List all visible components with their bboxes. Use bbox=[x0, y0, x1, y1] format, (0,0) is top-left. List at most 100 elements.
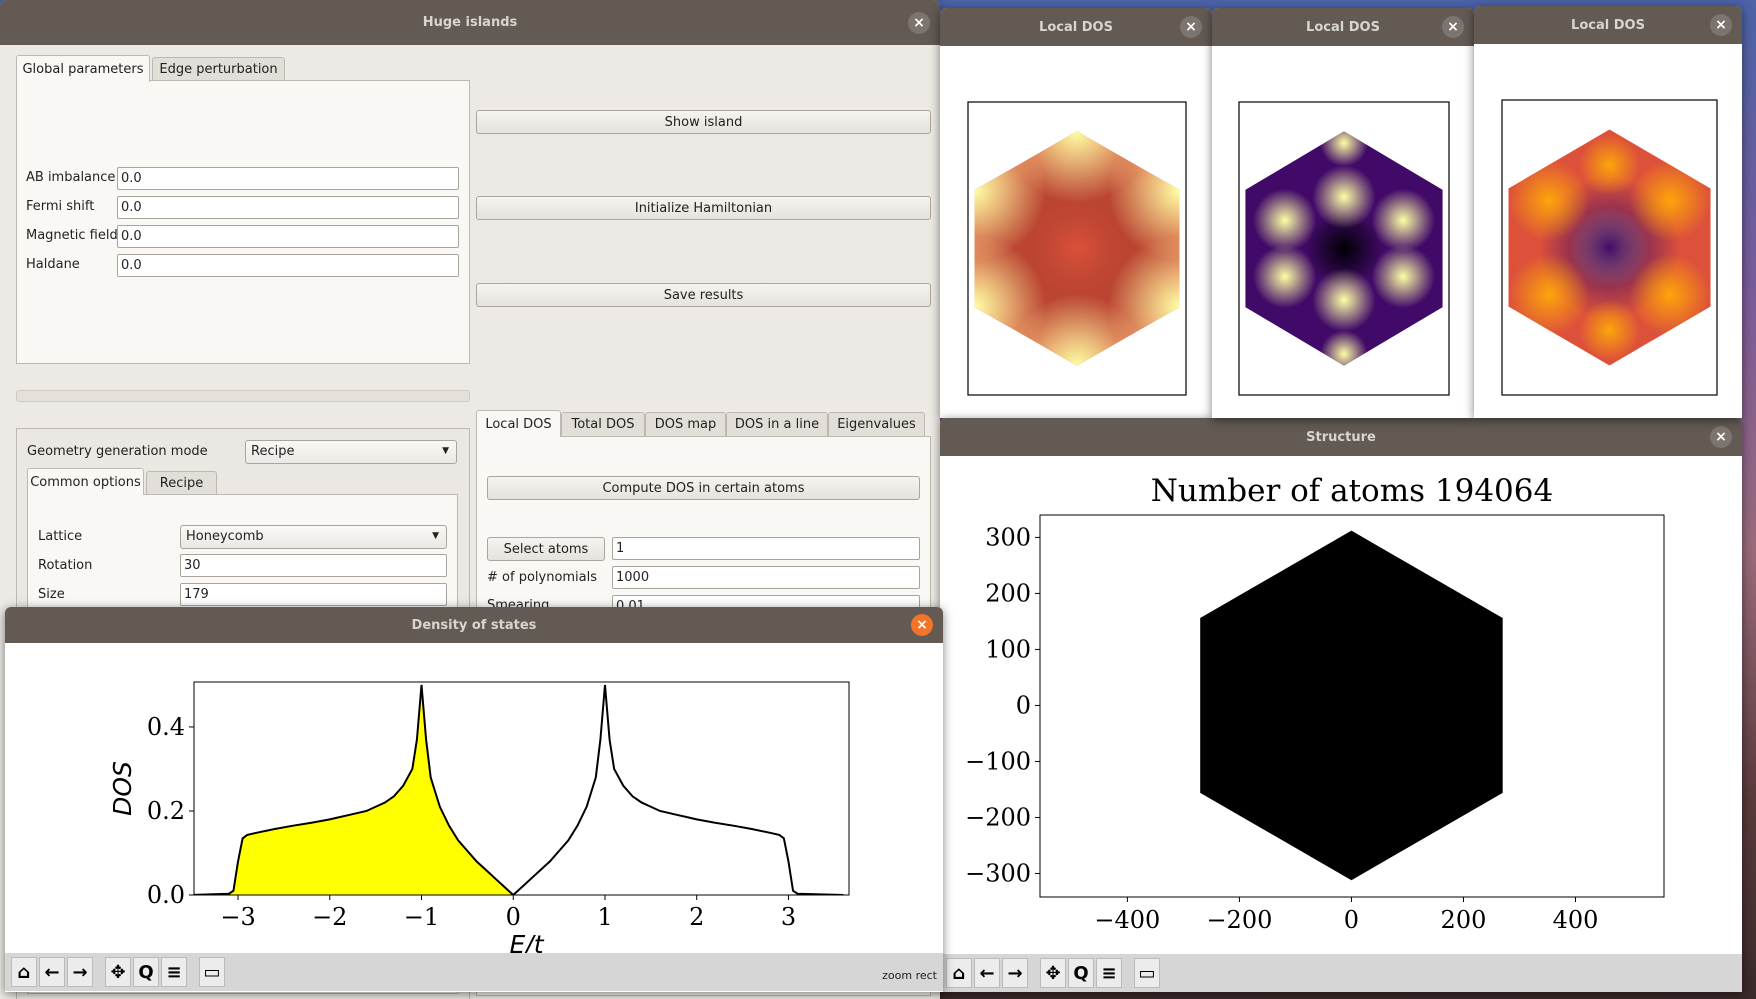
close-icon[interactable]: × bbox=[1710, 426, 1732, 448]
ldos-blob bbox=[1253, 245, 1317, 309]
tab-common-options[interactable]: Common options bbox=[27, 468, 144, 495]
lattice-label: Lattice bbox=[38, 529, 83, 544]
ldos-blob bbox=[1508, 254, 1590, 336]
local-dos-map bbox=[967, 101, 1187, 396]
ldos-blob bbox=[1371, 245, 1435, 309]
haldane-input[interactable]: 0.0 bbox=[117, 254, 459, 277]
ldos-hexagon bbox=[1508, 129, 1711, 366]
ldos-blob bbox=[1320, 131, 1368, 167]
local-dos-map bbox=[1501, 99, 1718, 396]
forward-icon[interactable]: → bbox=[67, 957, 93, 987]
home-icon[interactable]: ⌂ bbox=[11, 957, 37, 987]
show-island-button[interactable]: Show island bbox=[476, 110, 931, 134]
magnetic-field-label: Magnetic field bbox=[26, 228, 118, 243]
window-title: Structure bbox=[1306, 429, 1376, 445]
close-icon[interactable]: × bbox=[911, 614, 933, 636]
main-titlebar: Huge islands × bbox=[0, 0, 940, 45]
select-atoms-button[interactable]: Select atoms bbox=[487, 537, 605, 561]
tab-recipe[interactable]: Recipe bbox=[146, 471, 217, 495]
y-tick-label: −200 bbox=[965, 803, 1031, 831]
select-atoms-input[interactable]: 1 bbox=[612, 537, 920, 560]
save-icon[interactable]: ▭ bbox=[199, 957, 225, 987]
fermi-shift-input[interactable]: 0.0 bbox=[117, 196, 459, 219]
island-atoms bbox=[1200, 530, 1503, 881]
size-input[interactable]: 179 bbox=[180, 583, 447, 606]
y-tick-label: 100 bbox=[985, 635, 1031, 663]
configure-icon[interactable]: ≡ bbox=[1096, 958, 1122, 988]
x-tick-label: 0 bbox=[506, 903, 521, 931]
x-tick-label: −400 bbox=[1094, 906, 1160, 934]
rotation-input[interactable]: 30 bbox=[180, 554, 447, 577]
y-tick-label: 0.2 bbox=[147, 797, 185, 825]
local-dos-map bbox=[1238, 101, 1450, 396]
back-icon[interactable]: ← bbox=[39, 957, 65, 987]
x-tick-label: −200 bbox=[1206, 906, 1272, 934]
polynomials-input[interactable]: 1000 bbox=[612, 566, 920, 589]
tab-eigenvalues[interactable]: Eigenvalues bbox=[828, 412, 925, 436]
y-tick-label: 0.4 bbox=[147, 713, 185, 741]
window-title: Huge islands bbox=[422, 15, 518, 30]
y-tick-label: −300 bbox=[965, 859, 1031, 887]
local-dos-window: Local DOS × bbox=[1474, 6, 1742, 418]
ldos-blob bbox=[1629, 159, 1711, 241]
structure-plot: Number of atoms 194064 −400 −200 0 200 400 300… bbox=[965, 473, 1665, 934]
lattice-select[interactable]: Honeycomb ▼ bbox=[180, 525, 447, 549]
zoom-icon[interactable]: Q bbox=[133, 957, 159, 987]
configure-icon[interactable]: ≡ bbox=[161, 957, 187, 987]
forward-icon[interactable]: → bbox=[1002, 958, 1028, 988]
haldane-label: Haldane bbox=[26, 257, 80, 272]
local-dos-window: Local DOS × bbox=[940, 8, 1212, 418]
rotation-label: Rotation bbox=[38, 558, 93, 573]
dos-fill-area bbox=[194, 684, 514, 895]
tab-dos-map[interactable]: DOS map bbox=[645, 412, 726, 436]
ldos-blob bbox=[1312, 165, 1376, 229]
window-title: Density of states bbox=[411, 617, 537, 633]
x-tick-label: 0 bbox=[1344, 906, 1359, 934]
y-tick-label: 300 bbox=[985, 523, 1031, 551]
ldos-blob bbox=[1508, 159, 1590, 241]
x-tick-label: −2 bbox=[312, 903, 347, 931]
ldos-blob bbox=[1320, 330, 1368, 366]
back-icon[interactable]: ← bbox=[974, 958, 1000, 988]
global-parameters-panel bbox=[16, 80, 470, 364]
initialize-hamiltonian-button[interactable]: Initialize Hamiltonian bbox=[476, 196, 931, 220]
x-tick-label: 3 bbox=[781, 903, 796, 931]
magnetic-field-input[interactable]: 0.0 bbox=[117, 225, 459, 248]
dos-plot: −3 −2 −1 0 1 2 3 0.0 0.2 0.4 E/t DOS bbox=[108, 681, 850, 953]
structure-window: Structure × Number of atoms 194064 −400 −2… bbox=[940, 418, 1742, 992]
chevron-down-icon: ▼ bbox=[432, 531, 439, 541]
ldos-blob bbox=[1579, 299, 1640, 361]
tab-edge-perturbation[interactable]: Edge perturbation bbox=[152, 57, 285, 81]
pan-icon[interactable]: ✥ bbox=[1040, 958, 1066, 988]
size-label: Size bbox=[38, 587, 65, 602]
fermi-shift-label: Fermi shift bbox=[26, 199, 95, 214]
zoom-icon[interactable]: Q bbox=[1068, 958, 1094, 988]
x-tick-label: −3 bbox=[220, 903, 255, 931]
ab-imbalance-input[interactable]: 0.0 bbox=[117, 167, 459, 190]
x-tick-label: −1 bbox=[404, 903, 439, 931]
tab-dos-in-a-line[interactable]: DOS in a line bbox=[726, 412, 828, 436]
ldos-hexagon bbox=[974, 131, 1180, 366]
ldos-blob bbox=[1629, 254, 1711, 336]
x-tick-label: 200 bbox=[1441, 906, 1487, 934]
compute-dos-button[interactable]: Compute DOS in certain atoms bbox=[487, 476, 920, 500]
geometry-mode-select[interactable]: Recipe ▼ bbox=[245, 440, 457, 464]
status-text: zoom rect bbox=[882, 969, 937, 982]
geometry-mode-value: Recipe bbox=[251, 444, 295, 459]
ldos-blob bbox=[1579, 134, 1640, 196]
x-tick-label: 1 bbox=[597, 903, 612, 931]
ldos-hexagon bbox=[1245, 131, 1443, 366]
home-icon[interactable]: ⌂ bbox=[946, 958, 972, 988]
save-results-button[interactable]: Save results bbox=[476, 283, 931, 307]
save-icon[interactable]: ▭ bbox=[1134, 958, 1160, 988]
tab-total-dos[interactable]: Total DOS bbox=[561, 412, 645, 436]
close-icon[interactable]: × bbox=[908, 12, 930, 34]
chevron-down-icon: ▼ bbox=[442, 446, 449, 456]
tab-global-parameters[interactable]: Global parameters bbox=[16, 55, 150, 82]
ldos-blob bbox=[1253, 188, 1317, 252]
pan-icon[interactable]: ✥ bbox=[105, 957, 131, 987]
y-tick-label: 200 bbox=[985, 579, 1031, 607]
ab-imbalance-label: AB imbalance bbox=[26, 170, 116, 185]
polynomials-label: # of polynomials bbox=[487, 570, 598, 585]
tab-local-dos[interactable]: Local DOS bbox=[476, 410, 561, 437]
